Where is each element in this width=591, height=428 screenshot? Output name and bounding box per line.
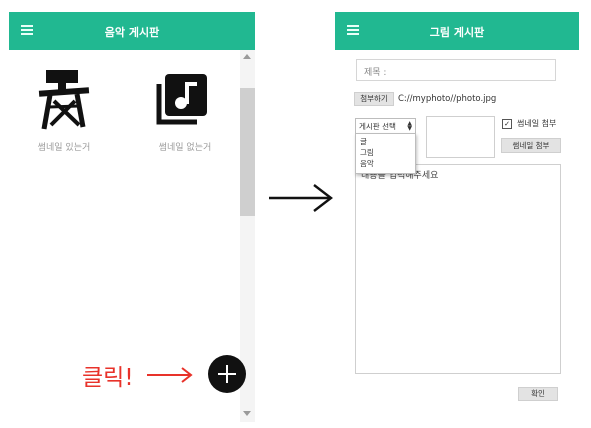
scroll-thumb[interactable]	[240, 88, 255, 216]
board-select-value: 게시판 선택	[359, 122, 396, 131]
board-select-dropdown: 글 그림 음악	[355, 133, 416, 174]
click-annotation: 클릭!	[82, 365, 134, 391]
director-chair-icon[interactable]	[33, 67, 99, 133]
title-input[interactable]: 제목 :	[356, 59, 556, 81]
item-caption: 썸네일 없는거	[158, 143, 212, 153]
thumbnail-checkbox[interactable]: ✓	[502, 119, 512, 129]
picture-board-screen: 그림 게시판 제목 : 첨부하기 C://myphoto//photo.jpg …	[335, 12, 579, 422]
attached-file-path: C://myphoto//photo.jpg	[398, 94, 497, 104]
dropdown-option[interactable]: 글	[360, 136, 411, 147]
item-caption: 썸네일 있는거	[37, 143, 91, 153]
thumbnail-attach-button[interactable]: 썸네일 첨부	[501, 138, 561, 153]
add-post-button[interactable]	[208, 355, 246, 393]
attach-button[interactable]: 첨부하기	[354, 92, 394, 106]
app-bar: 음악 게시판	[9, 12, 255, 50]
app-bar: 그림 게시판	[335, 12, 579, 50]
confirm-button[interactable]: 확인	[518, 387, 558, 401]
board-select[interactable]: 게시판 선택 ▲ ▼	[355, 118, 416, 134]
thumbnail-preview	[426, 116, 495, 158]
scroll-down-icon[interactable]	[243, 411, 251, 416]
scroll-up-icon[interactable]	[243, 54, 251, 59]
select-spinner-icon[interactable]: ▲ ▼	[407, 121, 412, 132]
page-title: 음악 게시판	[104, 26, 160, 39]
transition-arrow-icon	[269, 184, 333, 212]
dropdown-option[interactable]: 그림	[360, 147, 411, 158]
music-library-icon[interactable]	[151, 70, 211, 130]
red-arrow-icon	[147, 367, 193, 383]
dropdown-option[interactable]: 음악	[360, 158, 411, 169]
page-title: 그림 게시판	[429, 26, 485, 39]
content-textarea[interactable]	[355, 164, 561, 374]
thumbnail-checkbox-label: 썸네일 첨부	[517, 119, 557, 128]
